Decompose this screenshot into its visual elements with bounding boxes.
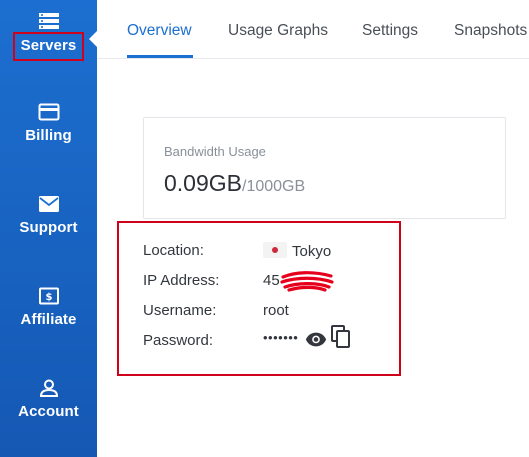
- ip-label: IP Address:: [143, 272, 220, 289]
- sidebar: Servers Billing Support $ Affiliate Acco…: [0, 0, 97, 457]
- sidebar-item-affiliate[interactable]: $ Affiliate: [0, 287, 97, 329]
- account-icon: [39, 379, 58, 397]
- servers-icon: [38, 13, 59, 29]
- affiliate-icon: $: [38, 287, 59, 305]
- bandwidth-card: Bandwidth Usage 0.09GB/1000GB: [143, 117, 506, 219]
- password-label: Password:: [143, 332, 214, 349]
- location-text: Tokyo: [292, 243, 332, 260]
- password-masked: •••••••: [263, 330, 299, 345]
- svg-text:$: $: [45, 292, 52, 303]
- sidebar-item-support[interactable]: Support: [0, 195, 97, 237]
- tab-snapshots[interactable]: Snapshots: [454, 22, 527, 40]
- tab-overview[interactable]: Overview: [127, 22, 192, 40]
- bandwidth-used: 0.09GB: [164, 170, 242, 196]
- tab-settings[interactable]: Settings: [362, 22, 418, 40]
- password-value: •••••••: [263, 325, 350, 349]
- bandwidth-title: Bandwidth Usage: [164, 144, 266, 159]
- sidebar-item-label: Affiliate: [20, 311, 77, 328]
- tab-bar: Overview Usage Graphs Settings Snapshots: [97, 0, 529, 59]
- location-label: Location:: [143, 242, 204, 259]
- sidebar-item-label: Servers: [12, 32, 85, 61]
- sidebar-item-account[interactable]: Account: [0, 379, 97, 421]
- sidebar-item-billing[interactable]: Billing: [0, 103, 97, 145]
- japan-flag-icon: [263, 242, 287, 258]
- sidebar-item-label: Account: [18, 403, 79, 420]
- ip-text: 45: [263, 272, 280, 289]
- redaction-scribble: [280, 271, 334, 292]
- sidebar-item-label: Support: [19, 219, 78, 236]
- copy-icon[interactable]: [329, 324, 353, 350]
- location-value: Tokyo: [263, 242, 331, 260]
- bandwidth-value: 0.09GB/1000GB: [164, 170, 305, 197]
- active-tab-underline: [127, 55, 193, 58]
- bandwidth-total: /1000GB: [242, 178, 306, 195]
- support-icon: [38, 196, 59, 212]
- server-info-panel: Location: Tokyo IP Address: 45 Username:…: [117, 221, 401, 376]
- ip-value: 45: [263, 271, 334, 292]
- username-value: root: [263, 302, 289, 319]
- billing-icon: [38, 103, 59, 121]
- eye-icon[interactable]: [305, 328, 327, 350]
- sidebar-item-servers[interactable]: Servers: [0, 12, 97, 61]
- username-label: Username:: [143, 302, 217, 319]
- tab-usage-graphs[interactable]: Usage Graphs: [228, 22, 328, 40]
- sidebar-item-label: Billing: [25, 127, 72, 144]
